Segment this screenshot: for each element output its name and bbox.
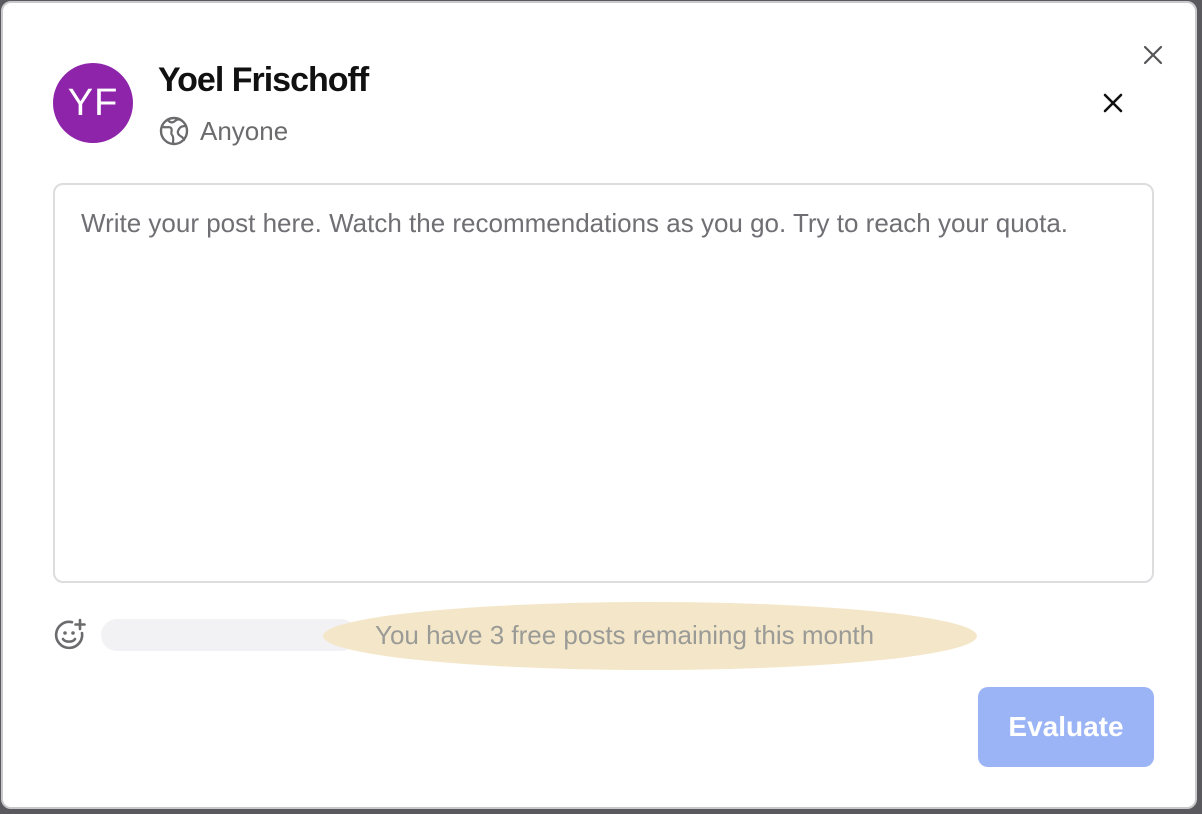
dialog-close-button[interactable] — [1139, 41, 1167, 69]
user-name: Yoel Frischoff — [158, 61, 369, 99]
post-input[interactable]: Write your post here. Watch the recommen… — [53, 183, 1154, 583]
close-icon — [1143, 45, 1163, 65]
emoji-add-icon — [54, 618, 86, 650]
quota-progress-track — [101, 619, 357, 651]
globe-icon — [159, 116, 189, 146]
close-icon — [1103, 93, 1123, 113]
quota-remaining-text: You have 3 free posts remaining this mon… — [375, 620, 875, 650]
audience-selector[interactable]: Anyone — [158, 115, 288, 147]
compose-post-dialog: YF Yoel Frischoff Anyone Write your post… — [1, 1, 1197, 809]
audience-label: Anyone — [200, 115, 289, 146]
compose-close-button[interactable] — [1099, 89, 1127, 117]
evaluate-button[interactable]: Evaluate — [978, 687, 1154, 767]
avatar: YF — [53, 63, 133, 143]
emoji-button[interactable] — [53, 618, 87, 652]
